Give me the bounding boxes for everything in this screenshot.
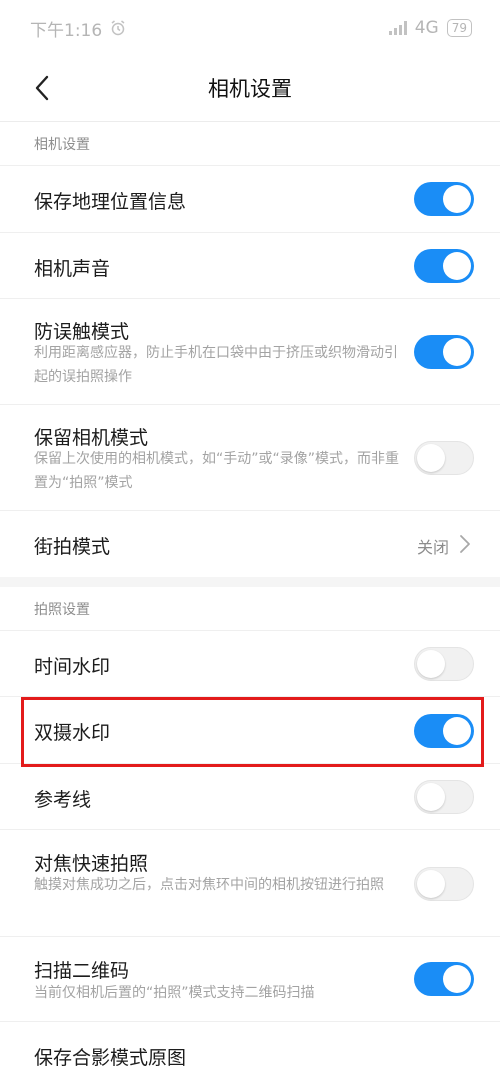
setting-title: 对焦快速拍照 bbox=[34, 853, 149, 875]
toggle-knob bbox=[443, 338, 471, 366]
setting-description: 利用距离感应器，防止手机在口袋中由于挤压或织物滑动引起的误拍照操作 bbox=[34, 345, 398, 385]
section-gap bbox=[0, 577, 500, 587]
toggle-knob bbox=[443, 965, 471, 993]
section-header-photo: 拍照设置 bbox=[34, 602, 90, 618]
camera-sound-toggle[interactable] bbox=[414, 249, 474, 283]
setting-row-keep-camera-mode[interactable]: 保留相机模式 保留上次使用的相机模式，如“手动”或“录像”模式，而非重置为“拍照… bbox=[0, 405, 500, 511]
back-button[interactable] bbox=[22, 68, 62, 108]
setting-title: 街拍模式 bbox=[34, 536, 111, 558]
setting-row-gridlines[interactable]: 参考线 bbox=[0, 764, 500, 830]
title-bar: 相机设置 bbox=[0, 56, 500, 122]
chevron-left-icon bbox=[35, 75, 49, 101]
setting-description: 触摸对焦成功之后，点击对焦环中间的相机按钮进行拍照 bbox=[34, 877, 384, 893]
network-type: 4G bbox=[414, 18, 439, 38]
setting-row-anti-touch[interactable]: 防误触模式 利用距离感应器，防止手机在口袋中由于挤压或织物滑动引起的误拍照操作 bbox=[0, 299, 500, 405]
battery-level: 79 bbox=[451, 21, 467, 35]
setting-title: 时间水印 bbox=[34, 656, 111, 678]
setting-row-save-location[interactable]: 保存地理位置信息 bbox=[0, 166, 500, 233]
setting-row-save-group-original[interactable]: 保存合影模式原图 bbox=[0, 1022, 500, 1084]
setting-row-street-mode[interactable]: 街拍模式 关闭 bbox=[0, 511, 500, 577]
street-mode-value: 关闭 bbox=[416, 538, 449, 557]
setting-row-time-watermark[interactable]: 时间水印 bbox=[0, 631, 500, 697]
status-time: 下午1:16 bbox=[30, 20, 103, 41]
setting-row-camera-sound[interactable]: 相机声音 bbox=[0, 233, 500, 299]
toggle-knob bbox=[417, 650, 445, 678]
setting-title: 扫描二维码 bbox=[34, 960, 130, 982]
toggle-knob bbox=[443, 252, 471, 280]
status-bar: 下午1:16 4G 79 bbox=[0, 0, 500, 56]
page-title: 相机设置 bbox=[208, 77, 292, 101]
dual-camera-watermark-toggle[interactable] bbox=[414, 714, 474, 748]
setting-description: 保留上次使用的相机模式，如“手动”或“录像”模式，而非重置为“拍照”模式 bbox=[34, 451, 400, 491]
setting-title: 双摄水印 bbox=[34, 722, 111, 744]
setting-title: 保存合影模式原图 bbox=[34, 1047, 187, 1069]
scan-qr-toggle[interactable] bbox=[414, 962, 474, 996]
setting-title: 保存地理位置信息 bbox=[34, 191, 187, 213]
setting-title: 保留相机模式 bbox=[34, 427, 149, 449]
setting-row-dual-camera-watermark[interactable]: 双摄水印 bbox=[0, 697, 500, 764]
status-right: 4G 79 bbox=[388, 18, 472, 38]
setting-title: 防误触模式 bbox=[34, 321, 130, 343]
status-left: 下午1:16 bbox=[30, 16, 126, 41]
anti-touch-toggle[interactable] bbox=[414, 335, 474, 369]
signal-strength-icon bbox=[388, 21, 407, 35]
toggle-knob bbox=[417, 783, 445, 811]
toggle-knob bbox=[417, 444, 445, 472]
setting-row-scan-qr[interactable]: 扫描二维码 当前仅相机后置的“拍照”模式支持二维码扫描 bbox=[0, 937, 500, 1022]
keep-camera-mode-toggle[interactable] bbox=[414, 441, 474, 475]
toggle-knob bbox=[443, 717, 471, 745]
save-location-toggle[interactable] bbox=[414, 182, 474, 216]
time-watermark-toggle[interactable] bbox=[414, 647, 474, 681]
section-header-camera: 相机设置 bbox=[34, 137, 90, 153]
focus-quick-shot-toggle[interactable] bbox=[414, 867, 474, 901]
setting-description: 当前仅相机后置的“拍照”模式支持二维码扫描 bbox=[34, 985, 315, 1001]
toggle-knob bbox=[443, 185, 471, 213]
setting-title: 相机声音 bbox=[34, 258, 111, 280]
battery-icon: 79 bbox=[446, 19, 472, 37]
alarm-clock-icon bbox=[111, 20, 125, 36]
setting-title: 参考线 bbox=[34, 789, 92, 811]
setting-row-focus-quick-shot[interactable]: 对焦快速拍照 触摸对焦成功之后，点击对焦环中间的相机按钮进行拍照 bbox=[0, 830, 500, 937]
gridlines-toggle[interactable] bbox=[414, 780, 474, 814]
toggle-knob bbox=[417, 870, 445, 898]
chevron-right-icon bbox=[460, 535, 470, 553]
